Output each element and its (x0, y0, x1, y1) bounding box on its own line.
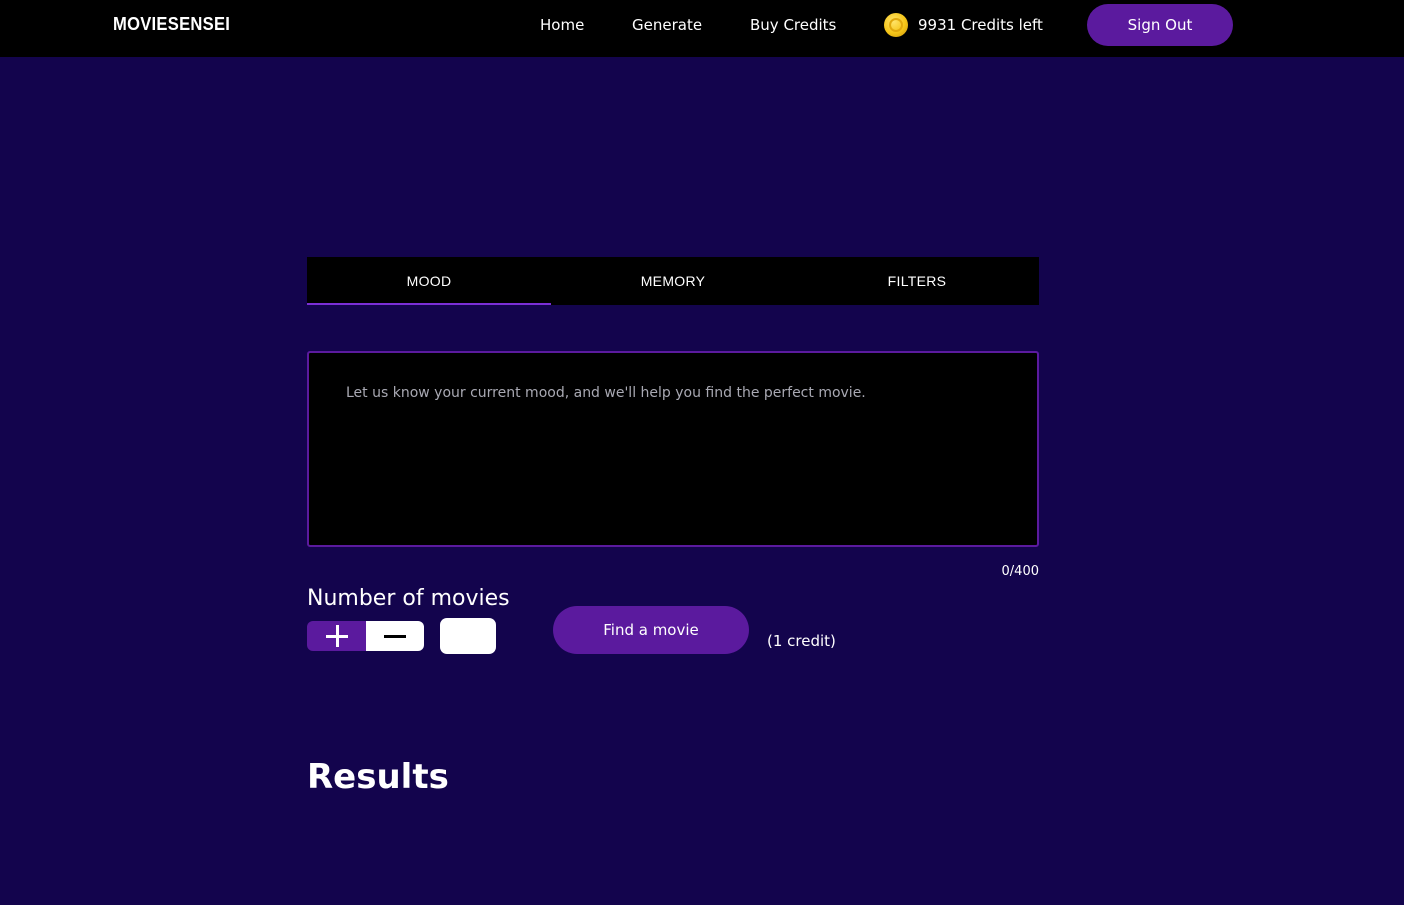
plus-icon (325, 625, 348, 647)
brand-logo[interactable]: MOVIESENSEI (113, 14, 230, 35)
find-movie-button[interactable]: Find a movie (553, 606, 749, 654)
coin-icon (884, 13, 908, 37)
tab-filters[interactable]: FILTERS (795, 257, 1039, 305)
tab-mood[interactable]: MOOD (307, 257, 551, 305)
number-of-movies-label: Number of movies (307, 586, 510, 611)
sign-out-button[interactable]: Sign Out (1087, 4, 1233, 46)
nav-link-generate[interactable]: Generate (632, 16, 702, 34)
tab-memory[interactable]: MEMORY (551, 257, 795, 305)
decrement-button[interactable] (366, 621, 424, 651)
top-navbar: MOVIESENSEI Home Generate Buy Credits 99… (0, 0, 1404, 57)
credits-text: 9931 Credits left (918, 16, 1043, 34)
results-heading: Results (307, 757, 449, 797)
credit-cost-label: (1 credit) (767, 632, 836, 650)
movie-count-input[interactable] (440, 618, 496, 654)
mood-textarea[interactable] (307, 351, 1039, 547)
mode-tabs: MOOD MEMORY FILTERS (307, 257, 1039, 305)
minus-icon (384, 634, 406, 638)
credits-indicator: 9931 Credits left (884, 13, 1043, 37)
nav-link-home[interactable]: Home (540, 16, 584, 34)
nav-link-buy-credits[interactable]: Buy Credits (750, 16, 836, 34)
movie-count-stepper (307, 621, 424, 651)
increment-button[interactable] (307, 621, 366, 651)
character-counter: 0/400 (1001, 564, 1039, 579)
